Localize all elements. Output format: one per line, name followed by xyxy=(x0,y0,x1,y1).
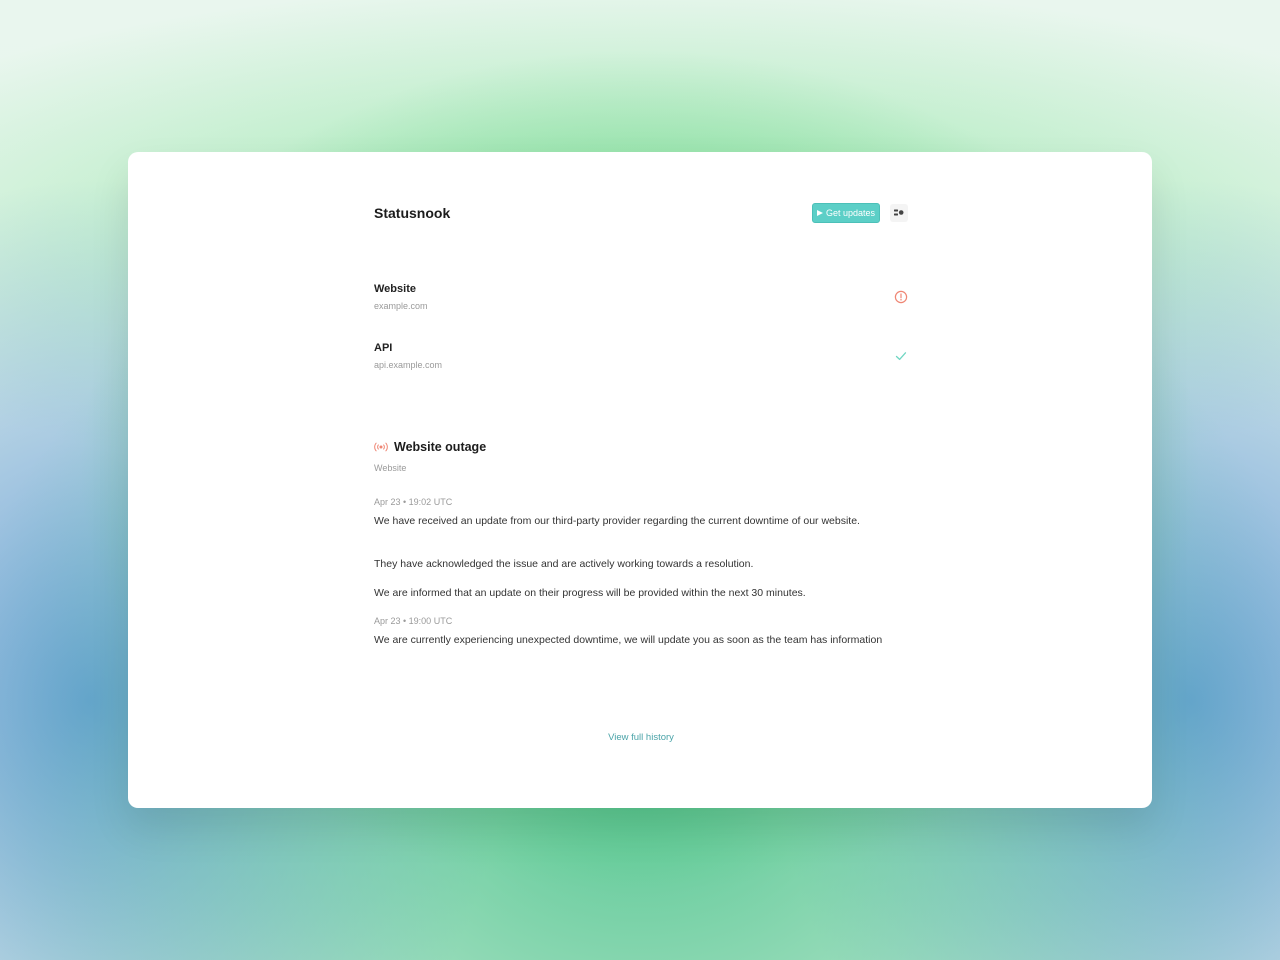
service-name: Website xyxy=(374,283,416,295)
status-page-content: Statusnook Get updates Website example.c… xyxy=(374,152,908,808)
get-updates-label: Get updates xyxy=(825,208,876,218)
service-name: API xyxy=(374,342,393,354)
incident-title: Website outage xyxy=(394,440,487,454)
update-paragraph: They have acknowledged the issue and are… xyxy=(374,558,754,570)
incident-affected-service: Website xyxy=(374,463,407,473)
menu-button[interactable] xyxy=(890,204,908,222)
service-host: example.com xyxy=(374,301,428,311)
broadcast-icon xyxy=(374,442,388,452)
check-icon xyxy=(895,352,907,361)
update-timestamp: Apr 23 • 19:02 UTC xyxy=(374,497,453,507)
service-host: api.example.com xyxy=(374,360,443,370)
send-icon xyxy=(816,210,823,216)
service-row-website: Website example.com xyxy=(374,283,908,323)
update-paragraph: We have received an update from our thir… xyxy=(374,515,860,527)
update-paragraph: We are currently experiencing unexpected… xyxy=(374,634,883,646)
brand-title: Statusnook xyxy=(374,205,451,221)
update-paragraph: We are informed that an update on their … xyxy=(374,587,806,599)
view-full-history-link[interactable]: View full history xyxy=(374,732,908,743)
status-page-card: Statusnook Get updates Website example.c… xyxy=(128,152,1152,808)
get-updates-button[interactable]: Get updates xyxy=(812,203,880,223)
menu-icon xyxy=(894,209,904,216)
alert-circle-icon xyxy=(894,290,908,304)
service-row-api: API api.example.com xyxy=(374,342,908,382)
incident-header: Website outage xyxy=(374,440,486,454)
update-timestamp: Apr 23 • 19:00 UTC xyxy=(374,616,453,626)
